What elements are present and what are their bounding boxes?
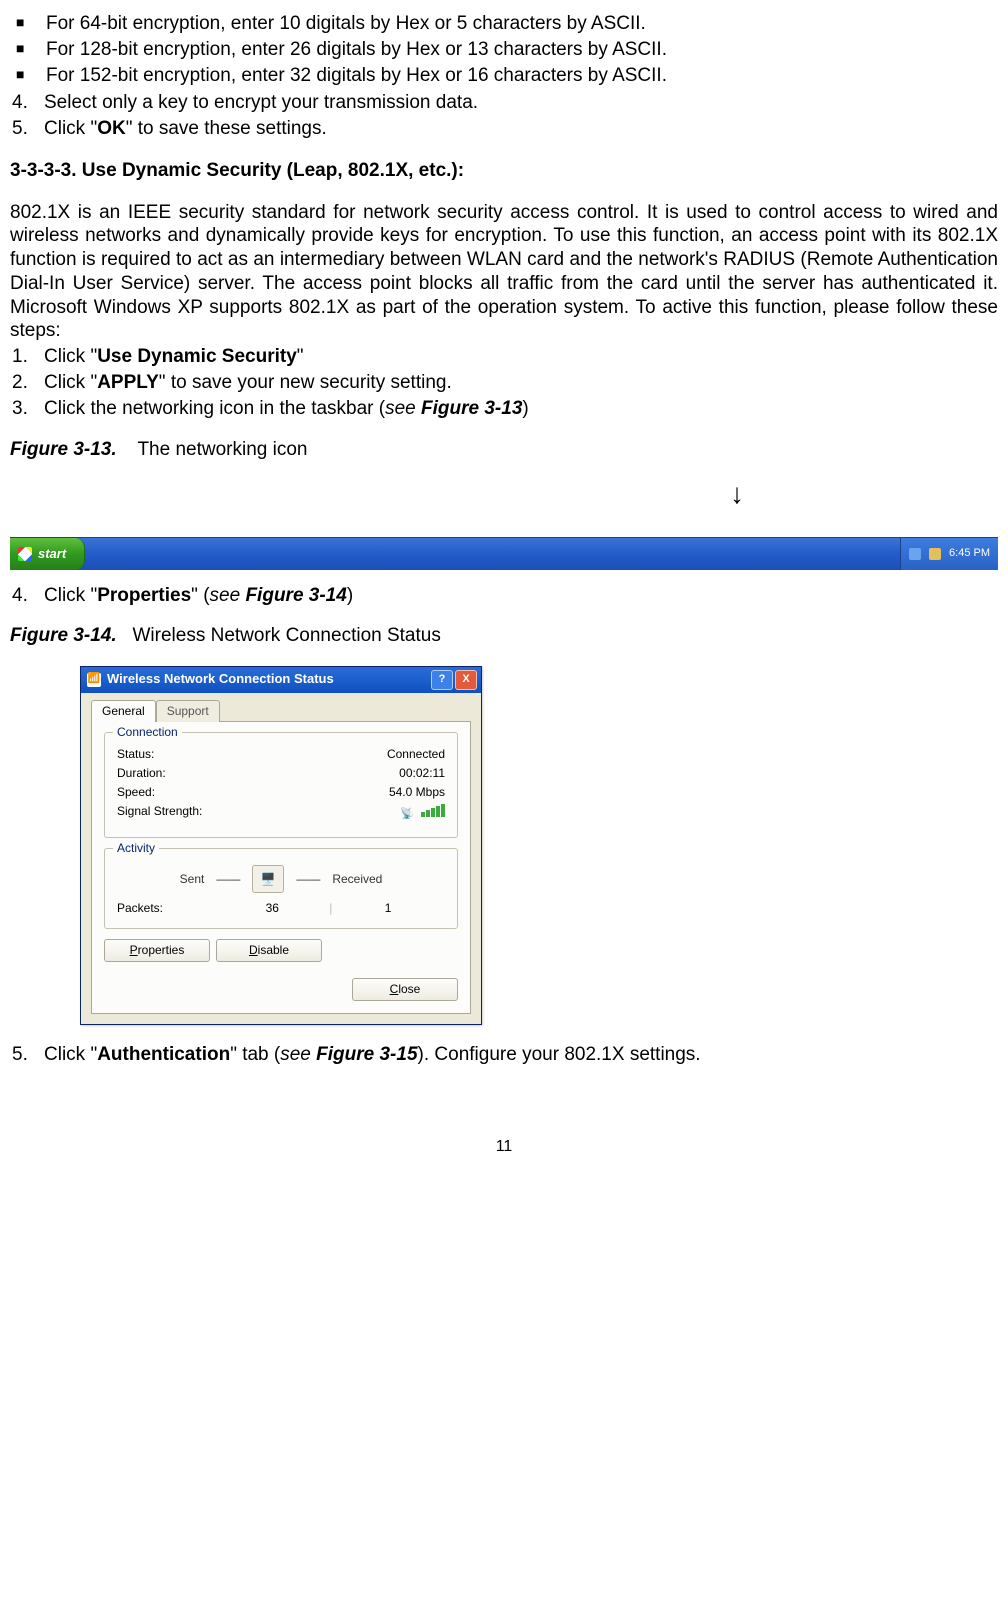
windows-taskbar: start 6:45 PM (10, 537, 998, 570)
activity-line-icon: —— (296, 872, 320, 887)
step-item: 5. Click "Authentication" tab (see Figur… (10, 1043, 998, 1067)
dynamic-security-steps: 1. Click "Use Dynamic Security" 2. Click… (10, 345, 998, 420)
tab-page-general: Connection Status: Connected Duration: 0… (91, 721, 471, 1015)
group-connection: Connection Status: Connected Duration: 0… (104, 732, 458, 839)
step-4-list: 4. Click "Properties" (see Figure 3-14) (10, 584, 998, 608)
close-dialog-button[interactable]: Close (352, 978, 458, 1001)
step-5-list: 5. Click "Authentication" tab (see Figur… (10, 1043, 998, 1067)
received-label: Received (332, 872, 382, 887)
packets-label: Packets: (117, 901, 215, 916)
group-title: Activity (113, 841, 159, 856)
wireless-icon: 📶 (87, 673, 101, 687)
activity-line-icon: —— (216, 872, 240, 887)
status-label: Status: (117, 747, 154, 762)
continued-steps-list: 4. Select only a key to encrypt your tra… (10, 91, 998, 141)
properties-button[interactable]: Properties (104, 939, 210, 962)
start-label: start (38, 546, 66, 562)
figure-3-13-caption: Figure 3-13. The networking icon (10, 438, 998, 462)
duration-label: Duration: (117, 766, 166, 781)
step-item: 4. Select only a key to encrypt your tra… (10, 91, 998, 115)
dialog-tabs: General Support (91, 699, 471, 722)
tab-general[interactable]: General (91, 700, 156, 722)
step-item: 2. Click "APPLY" to save your new securi… (10, 371, 998, 395)
figure-3-13-image: ↓ start 6:45 PM (10, 480, 998, 570)
speed-label: Speed: (117, 785, 155, 800)
page-number: 11 (10, 1137, 998, 1157)
section-paragraph: 802.1X is an IEEE security standard for … (10, 201, 998, 344)
tray-clock: 6:45 PM (949, 547, 990, 561)
dialog-titlebar: 📶 Wireless Network Connection Status ? X (81, 667, 481, 693)
windows-logo-icon (18, 547, 32, 561)
packets-received-value: 1 (331, 901, 445, 916)
step-item: 1. Click "Use Dynamic Security" (10, 345, 998, 369)
encryption-bullet-list: For 64-bit encryption, enter 10 digitals… (10, 12, 998, 87)
step-item: 5. Click "OK" to save these settings. (10, 117, 998, 141)
section-heading: 3-3-3-3. Use Dynamic Security (Leap, 802… (10, 159, 998, 183)
step-item: 4. Click "Properties" (see Figure 3-14) (10, 584, 998, 608)
signal-strength-icon: 📡 (400, 804, 445, 822)
figure-3-14-caption: Figure 3-14. Wireless Network Connection… (10, 624, 998, 648)
speed-value: 54.0 Mbps (389, 785, 445, 800)
bullet-item: For 152-bit encryption, enter 32 digital… (10, 64, 998, 88)
status-value: Connected (387, 747, 445, 762)
system-tray[interactable]: 6:45 PM (900, 538, 998, 570)
bullet-item: For 128-bit encryption, enter 26 digital… (10, 38, 998, 62)
tab-support[interactable]: Support (156, 700, 220, 722)
activity-computers-icon: 🖥️ (252, 865, 284, 893)
wireless-status-dialog: 📶 Wireless Network Connection Status ? X… (80, 666, 482, 1026)
packets-sent-value: 36 (215, 901, 329, 916)
dialog-title: Wireless Network Connection Status (107, 671, 334, 687)
tray-volume-icon[interactable] (929, 548, 941, 560)
start-button[interactable]: start (10, 538, 85, 570)
step-item: 3. Click the networking icon in the task… (10, 397, 998, 421)
tray-network-icon[interactable] (909, 548, 921, 560)
down-arrow-icon: ↓ (730, 480, 744, 508)
group-title: Connection (113, 725, 182, 740)
group-activity: Activity Sent —— 🖥️ —— Received Packets:… (104, 848, 458, 929)
disable-button[interactable]: Disable (216, 939, 322, 962)
signal-label: Signal Strength: (117, 804, 202, 822)
sent-label: Sent (180, 872, 205, 887)
bullet-item: For 64-bit encryption, enter 10 digitals… (10, 12, 998, 36)
close-button[interactable]: X (455, 670, 477, 690)
duration-value: 00:02:11 (399, 766, 445, 781)
help-button[interactable]: ? (431, 670, 453, 690)
